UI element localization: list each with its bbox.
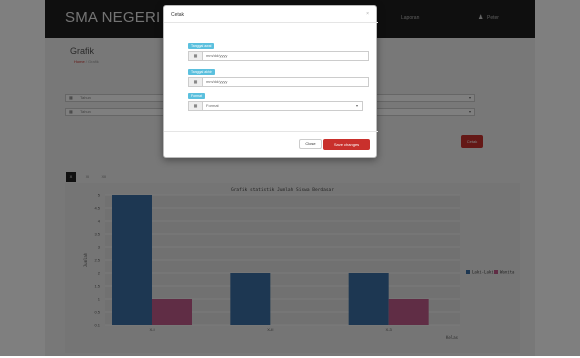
modal-footer-divider [164, 131, 378, 132]
modal-divider [164, 22, 378, 23]
format-select[interactable]: ▦ Format ▾ [188, 101, 363, 111]
chevron-down-icon: ▾ [355, 103, 358, 108]
calendar-icon: ▦ [189, 102, 203, 110]
calendar-icon: ▦ [189, 78, 203, 86]
tgl-awal-field[interactable]: ▦ mm/dd/yyyy [188, 51, 369, 61]
format-label: Format [188, 93, 206, 99]
modal-title: Cetak [171, 12, 185, 18]
tgl-akhir-field[interactable]: ▦ mm/dd/yyyy [188, 77, 369, 87]
save-changes-button[interactable]: Save changes [323, 139, 370, 150]
close-icon[interactable]: × [366, 11, 369, 17]
calendar-icon: ▦ [189, 52, 203, 60]
close-button[interactable]: Close [299, 139, 322, 149]
tgl-akhir-label: Tanggal akhir [188, 69, 215, 75]
tgl-awal-label: Tanggal awal [188, 43, 215, 49]
cetak-modal: Cetak × Tanggal awal ▦ mm/dd/yyyy Tangga… [163, 5, 378, 158]
